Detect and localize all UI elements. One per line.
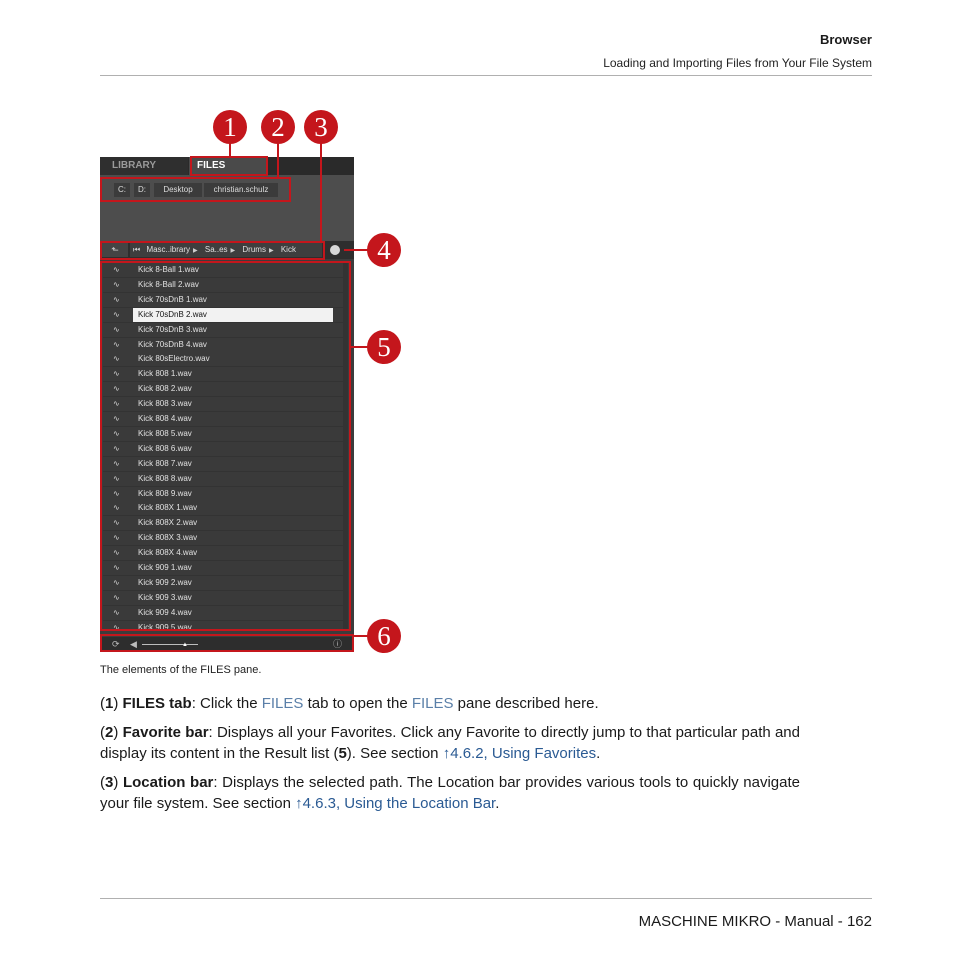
callout-2: 2	[261, 110, 295, 144]
history-clock-icon[interactable]	[330, 245, 340, 255]
leader-line	[354, 635, 368, 637]
figure-caption: The elements of the FILES pane.	[100, 664, 262, 676]
highlight-result-list	[100, 261, 351, 631]
header-rule	[100, 75, 872, 76]
highlight-location-bar	[100, 241, 325, 260]
ui-term-files: FILES	[411, 695, 454, 712]
highlight-favorite-bar	[100, 177, 291, 202]
leader-line	[229, 143, 231, 157]
subsection-title: Loading and Importing Files from Your Fi…	[603, 56, 872, 70]
paragraph-favorite-bar: (2) Favorite bar: Displays all your Favo…	[100, 724, 800, 762]
callout-1: 1	[213, 110, 247, 144]
tab-library[interactable]: LIBRARY	[100, 157, 188, 175]
leader-line	[344, 249, 368, 251]
paragraph-location-bar: (3) Location bar: Displays the selected …	[100, 774, 800, 812]
term-files-tab: FILES tab	[122, 695, 192, 712]
section-title: Browser	[819, 32, 872, 47]
term-favorite-bar: Favorite bar	[122, 724, 209, 741]
callout-3: 3	[304, 110, 338, 144]
highlight-footer	[100, 634, 354, 652]
leader-line	[277, 143, 279, 179]
paragraph-files-tab: (1) FILES tab: Click the FILES tab to op…	[100, 695, 599, 712]
term-location-bar: Location bar	[122, 774, 214, 791]
footer-rule	[100, 898, 872, 899]
leader-line	[320, 143, 322, 243]
callout-5: 5	[367, 330, 401, 364]
leader-line	[351, 346, 368, 348]
callout-6: 6	[367, 619, 401, 653]
link-using-location-bar[interactable]: ↑4.6.3, Using the Location Bar	[295, 795, 495, 812]
callout-4: 4	[367, 233, 401, 267]
page-footer: MASCHINE MIKRO - Manual - 162	[638, 913, 872, 930]
ui-term-files: FILES	[261, 695, 304, 712]
highlight-files-tab	[190, 156, 268, 176]
link-using-favorites[interactable]: ↑4.6.2, Using Favorites	[443, 745, 596, 762]
